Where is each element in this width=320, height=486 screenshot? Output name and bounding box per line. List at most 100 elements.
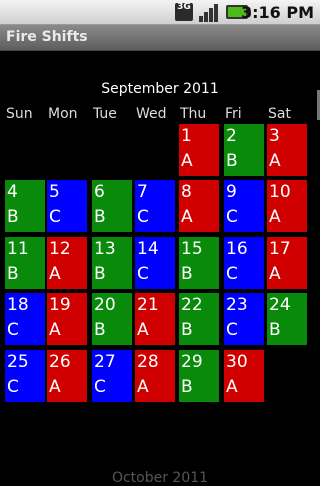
day-cell[interactable]: 11 B [4,236,46,290]
day-cell[interactable]: 27 C [91,349,133,403]
shift-label: A [137,377,149,397]
day-cell[interactable]: 1A [178,123,220,177]
day-cell[interactable]: 9C [223,179,265,233]
weekday-label: Sat [268,106,291,122]
shift-label: A [137,320,149,340]
day-number: 25 [7,352,29,372]
day-number: 6 [94,182,105,202]
day-cell[interactable]: 24 B [266,292,308,346]
day-cell[interactable]: 2B [223,123,265,177]
day-number: 2 [226,126,237,146]
shift-label: C [7,320,19,340]
day-number: 10 [269,182,291,202]
weekday-label: Thu [180,106,207,122]
day-cell[interactable]: 10 A [266,179,308,233]
day-number: 15 [181,239,203,259]
day-number: 20 [94,295,116,315]
day-cell[interactable]: 4B [4,179,46,233]
day-number: 9 [226,182,237,202]
shift-label: B [181,377,193,397]
day-cell[interactable]: 6B [91,179,133,233]
weekday-label: Mon [48,106,78,122]
day-cell[interactable]: 8A [178,179,220,233]
day-cell[interactable]: 5C [46,179,88,233]
shift-label: C [226,320,238,340]
day-number: 11 [7,239,29,259]
day-number: 19 [49,295,71,315]
day-cell[interactable]: 23 C [223,292,265,346]
day-cell[interactable]: 26 A [46,349,88,403]
day-cell[interactable]: 14 C [134,236,176,290]
day-number: 22 [181,295,203,315]
day-number: 27 [94,352,116,372]
day-number: 1 [181,126,192,146]
status-bar: 3G 3:16 PM [0,0,320,25]
shift-label: C [226,207,238,227]
day-number: 28 [137,352,159,372]
day-cell[interactable]: 25 C [4,349,46,403]
shift-label: A [269,264,281,284]
day-number: 16 [226,239,248,259]
day-cell[interactable]: 29 B [178,349,220,403]
weekday-label: Sun [6,106,33,122]
day-number: 7 [137,182,148,202]
day-number: 8 [181,182,192,202]
shift-label: B [181,320,193,340]
day-cell[interactable]: 18 C [4,292,46,346]
day-number: 5 [49,182,60,202]
shift-label: B [269,320,281,340]
day-cell[interactable]: 16 C [223,236,265,290]
day-number: 4 [7,182,18,202]
day-number: 23 [226,295,248,315]
shift-label: A [181,151,193,171]
status-clock: 3:16 PM [240,3,314,22]
day-number: 24 [269,295,291,315]
next-month-title: October 2011 [111,470,209,486]
shift-label: B [94,320,106,340]
shift-label: A [49,377,61,397]
shift-label: A [269,151,281,171]
month-title: September 2011 [101,81,219,97]
shift-label: B [7,207,19,227]
shift-label: B [94,207,106,227]
shift-label: B [181,264,193,284]
network-3g-icon: 3G [175,3,193,21]
network-label: 3G [177,2,191,12]
day-cell[interactable]: 13 B [91,236,133,290]
weekday-label: Wed [136,106,167,122]
shift-label: C [49,207,61,227]
shift-label: C [94,377,106,397]
shift-label: A [49,320,61,340]
signal-strength-icon [199,4,218,22]
shift-label: C [7,377,19,397]
app-title: Fire Shifts [6,29,88,45]
shift-label: A [181,207,193,227]
day-cell[interactable]: 19 A [46,292,88,346]
shift-label: C [137,207,149,227]
day-number: 30 [226,352,248,372]
shift-label: A [269,207,281,227]
shift-label: B [7,264,19,284]
day-cell[interactable]: 17 A [266,236,308,290]
shift-label: B [226,151,238,171]
day-number: 13 [94,239,116,259]
day-cell[interactable]: 20 B [91,292,133,346]
day-cell[interactable]: 22 B [178,292,220,346]
day-number: 21 [137,295,159,315]
shift-label: A [226,377,238,397]
day-cell[interactable]: 21 A [134,292,176,346]
shift-label: B [94,264,106,284]
day-cell[interactable]: 7C [134,179,176,233]
app-title-bar: Fire Shifts [0,25,320,51]
day-cell[interactable]: 28 A [134,349,176,403]
day-cell[interactable]: 3A [266,123,308,177]
day-number: 14 [137,239,159,259]
day-cell[interactable]: 12 A [46,236,88,290]
day-cell[interactable]: 15 B [178,236,220,290]
day-number: 18 [7,295,29,315]
shift-label: A [49,264,61,284]
shift-label: C [226,264,238,284]
weekday-label: Fri [225,106,242,122]
day-cell[interactable]: 30 A [223,349,265,403]
weekday-label: Tue [93,106,117,122]
